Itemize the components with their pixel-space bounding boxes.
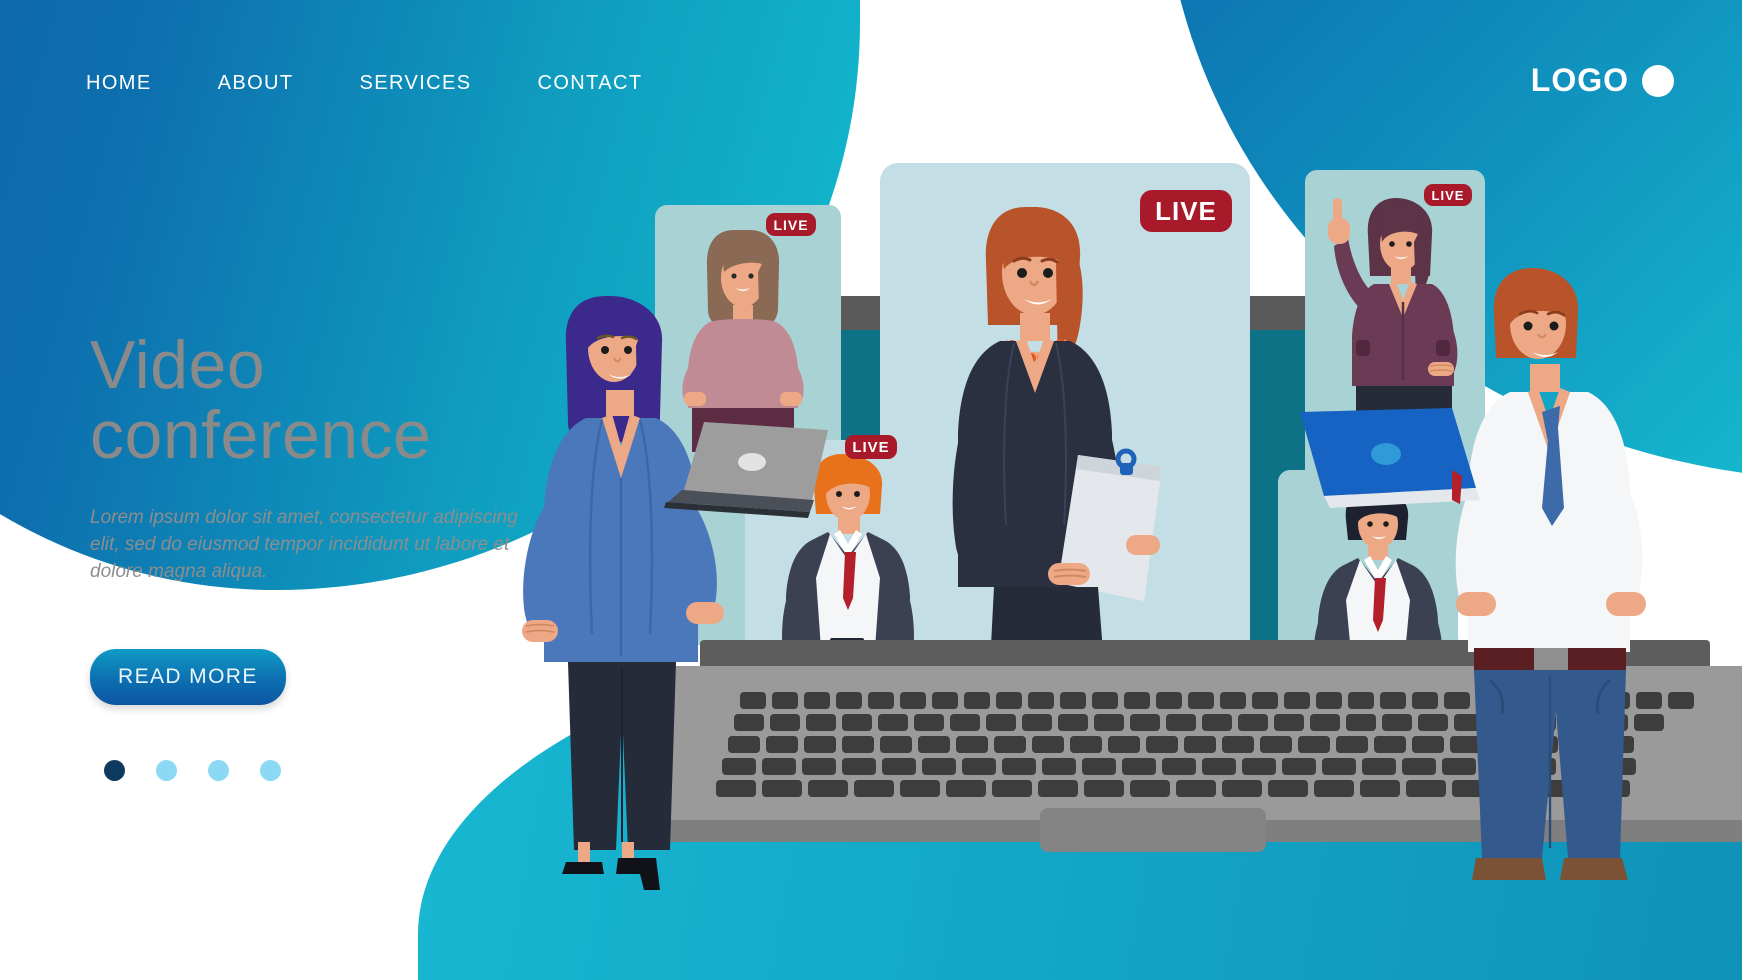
logo-text: LOGO xyxy=(1530,62,1629,98)
nav-item-home[interactable]: HOME xyxy=(86,72,152,95)
held-laptop-blue xyxy=(1300,408,1480,508)
live-badge-lower-center-panel: LIVE xyxy=(845,435,897,459)
foreground-man-white-shirt xyxy=(1455,268,1646,880)
carousel-dot-2[interactable] xyxy=(156,760,177,781)
hero-copy: Video conference Lorem ipsum dolor sit a… xyxy=(90,330,560,705)
logo-circle-icon xyxy=(1642,64,1674,97)
live-badge-main-panel: LIVE xyxy=(1140,190,1232,232)
nav-item-about[interactable]: ABOUT xyxy=(218,72,294,95)
hero-description: Lorem ipsum dolor sit amet, consectetur … xyxy=(90,507,518,582)
nav-item-contact[interactable]: CONTACT xyxy=(538,72,643,95)
logo[interactable]: LOGO xyxy=(1531,62,1674,99)
carousel-dot-3[interactable] xyxy=(208,760,229,781)
page-title: Video conference xyxy=(90,330,560,470)
page-title-line2: conference xyxy=(90,397,432,473)
carousel-dot-1[interactable] xyxy=(104,760,125,781)
participant-woman-presenter-main xyxy=(952,207,1162,665)
main-navigation: HOME ABOUT SERVICES CONTACT xyxy=(86,72,642,95)
held-laptop-silver xyxy=(664,422,828,518)
page-title-line1: Video xyxy=(90,327,266,403)
landing-page: LIVE LIVE LIVE LIVE HOME ABOUT SERVICES … xyxy=(0,0,1742,980)
laptop-trackpad[interactable] xyxy=(1040,808,1266,852)
carousel-dot-4[interactable] xyxy=(260,760,281,781)
nav-item-services[interactable]: SERVICES xyxy=(360,72,472,95)
live-badge-upper-right-panel: LIVE xyxy=(1424,184,1472,206)
carousel-dots xyxy=(104,760,281,781)
live-badge-left-panel: LIVE xyxy=(766,213,816,236)
read-more-button[interactable]: READ MORE xyxy=(90,649,286,705)
